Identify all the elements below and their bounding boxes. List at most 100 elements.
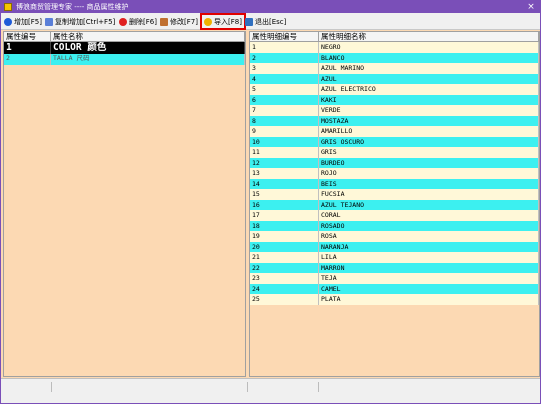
status-divider <box>318 382 319 392</box>
app-icon <box>4 3 12 11</box>
table-row[interactable]: 20 NARANJA <box>250 241 539 252</box>
detail-code-cell: 18 <box>250 220 319 231</box>
detail-code-cell: 19 <box>250 231 319 242</box>
edit-button[interactable]: 修改[F7] <box>160 15 198 28</box>
table-row[interactable]: 24 CAMEL <box>250 283 539 294</box>
detail-name-cell: CORAL <box>319 210 539 221</box>
column-header-attribute-code[interactable]: 属性编号 <box>4 32 51 41</box>
table-row[interactable]: 17 CORAL <box>250 210 539 221</box>
detail-code-cell: 25 <box>250 294 319 305</box>
table-row[interactable]: 1 NEGRO <box>250 42 539 53</box>
table-row[interactable]: 23 TEJA <box>250 273 539 284</box>
import-button[interactable]: 导入[F8] <box>200 13 246 30</box>
table-row[interactable]: 19 ROSA <box>250 231 539 242</box>
detail-name-cell: NEGRO <box>319 42 539 53</box>
close-button[interactable]: × <box>526 1 536 13</box>
detail-name-cell: GRIS <box>319 147 539 158</box>
add-button[interactable]: 增加[F5] <box>4 15 42 28</box>
copy-add-button[interactable]: 复制增加[Ctrl+F5] <box>45 15 115 28</box>
column-header-detail-name[interactable]: 属性明细名称 <box>319 32 539 41</box>
title-bar: 博浪商贸管理专家 ---- 商品属性维护 × <box>1 1 540 13</box>
add-button-label: 增加[F5] <box>14 17 42 26</box>
detail-name-cell: ROSA <box>319 231 539 242</box>
detail-code-cell: 2 <box>250 52 319 63</box>
table-row[interactable]: 1 COLOR 颜色 <box>4 42 245 54</box>
import-icon <box>204 17 212 26</box>
detail-code-cell: 5 <box>250 84 319 95</box>
table-row[interactable]: 4 AZUL <box>250 73 539 84</box>
table-row[interactable]: 2 TALLA 尺码 <box>4 54 245 65</box>
table-row[interactable]: 10 GRIS OSCURO <box>250 136 539 147</box>
attribute-name-cell: TALLA 尺码 <box>51 54 245 65</box>
detail-name-cell: BLANCO <box>319 52 539 63</box>
attribute-name-cell: COLOR 颜色 <box>51 42 245 54</box>
table-row[interactable]: 3 AZUL MARINO <box>250 63 539 74</box>
detail-code-cell: 16 <box>250 199 319 210</box>
exit-button-label: 退出[Esc] <box>255 17 287 26</box>
table-row[interactable]: 6 KAKI <box>250 94 539 105</box>
table-row[interactable]: 22 MARRON <box>250 262 539 273</box>
exit-button[interactable]: 退出[Esc] <box>245 15 286 28</box>
detail-code-cell: 22 <box>250 262 319 273</box>
table-row[interactable]: 2 BLANCO <box>250 52 539 63</box>
table-row[interactable]: 12 BURDEO <box>250 157 539 168</box>
detail-code-cell: 9 <box>250 126 319 137</box>
detail-code-cell: 3 <box>250 63 319 74</box>
table-row[interactable]: 5 AZUL ELECTRICO <box>250 84 539 95</box>
detail-code-cell: 12 <box>250 157 319 168</box>
status-divider <box>247 382 248 392</box>
detail-code-cell: 17 <box>250 210 319 221</box>
detail-name-cell: MARRON <box>319 262 539 273</box>
detail-code-cell: 21 <box>250 252 319 263</box>
table-row[interactable]: 16 AZUL TEJANO <box>250 199 539 210</box>
status-bar <box>1 378 540 403</box>
detail-code-cell: 23 <box>250 273 319 284</box>
detail-code-cell: 4 <box>250 73 319 84</box>
detail-rows: 1 NEGRO 2 BLANCO 3 AZUL MARINO 4 AZUL 5 AZUL ELEC… <box>250 42 539 305</box>
detail-code-cell: 10 <box>250 136 319 147</box>
detail-name-cell: AZUL <box>319 73 539 84</box>
detail-name-cell: BEIS <box>319 178 539 189</box>
table-row[interactable]: 14 BEIS <box>250 178 539 189</box>
detail-code-cell: 6 <box>250 94 319 105</box>
table-row[interactable]: 8 MOSTAZA <box>250 115 539 126</box>
delete-button[interactable]: 删除[F6] <box>119 15 157 28</box>
table-row[interactable]: 11 GRIS <box>250 147 539 158</box>
attribute-detail-grid-header: 属性明细编号 属性明细名称 <box>250 32 539 42</box>
table-row[interactable]: 18 ROSADO <box>250 220 539 231</box>
copy-add-icon <box>45 17 53 26</box>
import-button-label: 导入[F8] <box>214 17 242 26</box>
detail-name-cell: VERDE <box>319 105 539 116</box>
copy-add-button-label: 复制增加[Ctrl+F5] <box>55 17 116 26</box>
table-row[interactable]: 9 AMARILLO <box>250 126 539 137</box>
detail-name-cell: AZUL TEJANO <box>319 199 539 210</box>
table-row[interactable]: 13 ROJO <box>250 168 539 179</box>
detail-name-cell: PLATA <box>319 294 539 305</box>
edit-button-label: 修改[F7] <box>170 17 198 26</box>
attribute-code-cell: 1 <box>4 42 51 54</box>
add-icon <box>4 17 12 26</box>
detail-code-cell: 24 <box>250 283 319 294</box>
detail-code-cell: 14 <box>250 178 319 189</box>
detail-name-cell: MOSTAZA <box>319 115 539 126</box>
delete-button-label: 删除[F6] <box>129 17 157 26</box>
detail-name-cell: NARANJA <box>319 241 539 252</box>
attribute-detail-grid: 属性明细编号 属性明细名称 1 NEGRO 2 BLANCO 3 AZUL MARINO 4… <box>249 31 540 377</box>
detail-name-cell: KAKI <box>319 94 539 105</box>
column-header-attribute-name[interactable]: 属性名称 <box>51 32 245 41</box>
toolbar: 增加[F5] 复制增加[Ctrl+F5] 删除[F6] 修改[F7] 导入[F8… <box>1 13 540 30</box>
table-row[interactable]: 15 FUCSIA <box>250 189 539 200</box>
detail-name-cell: AZUL ELECTRICO <box>319 84 539 95</box>
detail-name-cell: AZUL MARINO <box>319 63 539 74</box>
column-header-detail-code[interactable]: 属性明细编号 <box>250 32 319 41</box>
detail-name-cell: ROSADO <box>319 220 539 231</box>
delete-icon <box>119 17 127 26</box>
detail-name-cell: FUCSIA <box>319 189 539 200</box>
detail-code-cell: 15 <box>250 189 319 200</box>
table-row[interactable]: 21 LILA <box>250 252 539 263</box>
attribute-grid: 属性编号 属性名称 1 COLOR 颜色 2 TALLA 尺码 <box>3 31 246 377</box>
detail-name-cell: LILA <box>319 252 539 263</box>
table-row[interactable]: 25 PLATA <box>250 294 539 305</box>
status-divider <box>51 382 52 392</box>
table-row[interactable]: 7 VERDE <box>250 105 539 116</box>
